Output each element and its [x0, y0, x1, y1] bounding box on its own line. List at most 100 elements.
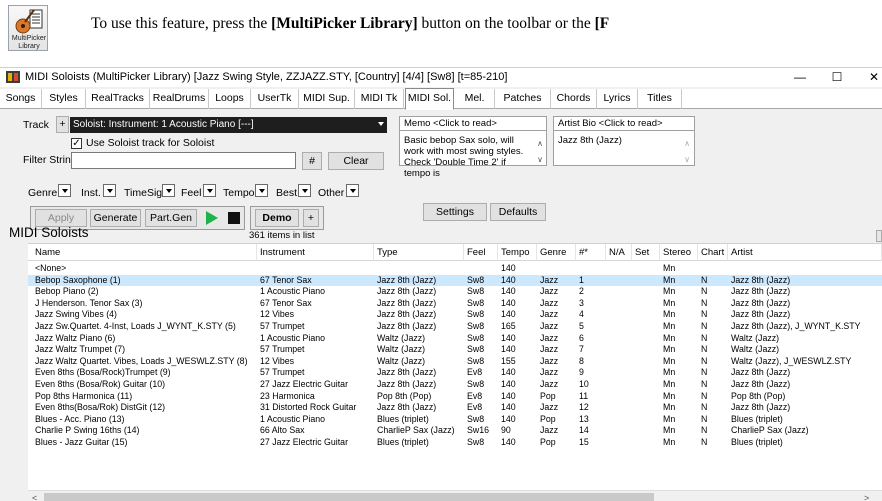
tab-patches[interactable]: Patches: [495, 89, 551, 109]
cell-tempo: 140: [501, 274, 516, 285]
memo-header[interactable]: Memo <Click to read>: [400, 117, 546, 131]
table-row[interactable]: Even 8ths (Bosa/Rok) Guitar (10) 27 Jazz …: [28, 379, 882, 390]
tab-midi-sup[interactable]: MIDI Sup.: [299, 89, 355, 109]
cell-name: Bebop Saxophone (1): [35, 274, 121, 285]
tab-realtracks[interactable]: RealTracks: [86, 89, 150, 109]
table-row[interactable]: Even 8ths (Bosa/Rock)Trumpet (9) 57 Trump…: [28, 367, 882, 378]
tab-styles[interactable]: Styles: [42, 89, 86, 109]
column-header-feel[interactable]: Feel: [464, 244, 498, 261]
column-header-na[interactable]: N/A: [606, 244, 632, 261]
cell-feel: Sw8: [467, 344, 485, 355]
maximize-button[interactable]: ☐: [827, 69, 847, 85]
side-panel-edge[interactable]: [876, 230, 882, 242]
other-filter-dropdown[interactable]: [346, 184, 359, 197]
tab-titles[interactable]: Titles: [638, 89, 682, 109]
cell-num: 8: [579, 355, 584, 366]
hash-button[interactable]: #: [302, 152, 322, 170]
table-row[interactable]: Blues - Acc. Piano (13) 1 Acoustic Piano B…: [28, 414, 882, 425]
cell-genre: Jazz: [540, 274, 559, 285]
table-row[interactable]: Blues - Jazz Guitar (15) 27 Jazz Electric…: [28, 437, 882, 448]
column-header-name[interactable]: Name: [32, 244, 257, 261]
tab-lyrics[interactable]: Lyrics: [597, 89, 638, 109]
memo-box[interactable]: Memo <Click to read> Basic bebop Sax sol…: [399, 116, 547, 179]
use-soloist-checkbox[interactable]: ✓: [71, 138, 82, 149]
table-row[interactable]: Jazz Waltz Piano (6) 1 Acoustic Piano Walt…: [28, 333, 882, 344]
demo-button[interactable]: Demo: [255, 209, 299, 227]
column-header-num[interactable]: #*: [576, 244, 606, 261]
multipicker-guitar-icon: [15, 9, 43, 34]
minimize-button[interactable]: —: [790, 69, 810, 85]
play-icon[interactable]: [205, 211, 219, 225]
settings-button[interactable]: Settings: [423, 203, 487, 221]
table-row[interactable]: Even 8ths(Bosa/Rok) DistGit (12) 31 Disto…: [28, 402, 882, 413]
column-header-set[interactable]: Set: [632, 244, 660, 261]
cell-instrument: 31 Distorted Rock Guitar: [260, 402, 357, 413]
scroll-right-icon[interactable]: >: [864, 493, 869, 501]
cell-genre: Jazz: [540, 309, 559, 320]
track-label: Track: [23, 119, 49, 131]
clear-button[interactable]: Clear: [328, 152, 384, 170]
table-row[interactable]: Charlie P Swing 16ths (14) 66 Alto Sax Cha…: [28, 425, 882, 436]
feel-filter-dropdown[interactable]: [203, 184, 216, 197]
horizontal-scrollbar[interactable]: < >: [28, 490, 882, 501]
table-row[interactable]: Bebop Piano (2) 1 Acoustic Piano Jazz 8th …: [28, 286, 882, 297]
tab-usertk[interactable]: UserTk: [251, 89, 299, 109]
inst-filter-dropdown[interactable]: [103, 184, 116, 197]
tab-mel[interactable]: Mel.: [455, 89, 495, 109]
table-row[interactable]: Bebop Saxophone (1) 67 Tenor Sax Jazz 8th …: [28, 274, 882, 286]
column-header-genre[interactable]: Genre: [537, 244, 576, 261]
close-button[interactable]: ✕: [864, 69, 882, 85]
cell-na: [606, 263, 632, 274]
table-row[interactable]: Jazz Swing Vibes (4) 12 Vibes Jazz 8th (Ja…: [28, 309, 882, 320]
memo-text: Basic bebop Sax solo, will work with mos…: [404, 135, 524, 179]
column-header-artist[interactable]: Artist: [728, 244, 882, 261]
cell-stereo: Mn: [663, 321, 676, 331]
artist-bio-header[interactable]: Artist Bio <Click to read>: [554, 117, 694, 131]
cell-artist: Waltz (Jazz), J_WESWLZ.STY: [731, 355, 852, 366]
table-row[interactable]: Pop 8ths Harmonica (11) 23 Harmonica Pop 8…: [28, 391, 882, 402]
column-header-instrument[interactable]: Instrument: [257, 244, 374, 261]
cell-name: Blues - Jazz Guitar (15): [35, 437, 128, 447]
track-add-button[interactable]: +: [56, 116, 69, 133]
table-row[interactable]: <None> 140 Mn: [28, 263, 882, 274]
table-row[interactable]: Jazz Waltz Trumpet (7) 57 Trumpet Waltz (J…: [28, 344, 882, 355]
column-header-type[interactable]: Type: [374, 244, 464, 261]
best-filter-dropdown[interactable]: [298, 184, 311, 197]
demo-add-button[interactable]: +: [303, 209, 319, 227]
memo-scroll-down-icon[interactable]: ∨: [537, 155, 543, 164]
timesig-filter-dropdown[interactable]: [162, 184, 175, 197]
tab-loops[interactable]: Loops: [209, 89, 251, 109]
cell-chart: N: [701, 297, 708, 308]
table-row[interactable]: J Henderson. Tenor Sax (3) 67 Tenor Sax Ja…: [28, 298, 882, 309]
column-header-tempo[interactable]: Tempo: [498, 244, 537, 261]
cell-genre: Jazz: [540, 367, 559, 378]
genre-filter-dropdown[interactable]: [58, 184, 71, 197]
part-gen-button[interactable]: Part.Gen: [145, 209, 197, 227]
tab-chords[interactable]: Chords: [551, 89, 597, 109]
tab-songs[interactable]: Songs: [0, 89, 42, 109]
scrollbar-thumb[interactable]: [44, 493, 654, 501]
defaults-button[interactable]: Defaults: [490, 203, 546, 221]
scroll-left-icon[interactable]: <: [32, 493, 37, 501]
tab-midi-sol[interactable]: MIDI Sol.: [405, 88, 454, 110]
tab-realdrums[interactable]: RealDrums: [150, 89, 209, 109]
stop-icon[interactable]: [228, 212, 240, 224]
generate-button[interactable]: Generate: [90, 209, 141, 227]
cell-chart: N: [701, 355, 708, 366]
column-header-stereo[interactable]: Stereo: [660, 244, 698, 261]
cell-type: Jazz 8th (Jazz): [377, 309, 437, 320]
column-header-chart[interactable]: Chart: [698, 244, 728, 261]
bio-scroll-up-icon[interactable]: ∧: [684, 139, 690, 148]
cell-name: J Henderson. Tenor Sax (3): [35, 297, 143, 308]
multipicker-library-toolbar-button[interactable]: MultiPicker Library: [8, 5, 48, 51]
table-row[interactable]: Jazz Sw.Quartet. 4-Inst, Loads J_WYNT_K.…: [28, 321, 882, 332]
filter-string-input[interactable]: [71, 152, 296, 169]
bio-scroll-down-icon[interactable]: ∨: [684, 155, 690, 164]
table-row[interactable]: Jazz Waltz Quartet. Vibes, Loads J_WESWL…: [28, 356, 882, 367]
tempo-filter-dropdown[interactable]: [255, 184, 268, 197]
track-select[interactable]: Soloist: Instrument: 1 Acoustic Piano [-…: [70, 117, 387, 133]
cell-type: Jazz 8th (Jazz): [377, 321, 437, 331]
artist-bio-box[interactable]: Artist Bio <Click to read> Jazz 8th (Jaz…: [553, 116, 695, 166]
memo-scroll-up-icon[interactable]: ∧: [537, 139, 543, 148]
tab-midi-tk[interactable]: MIDI Tk: [355, 89, 404, 109]
